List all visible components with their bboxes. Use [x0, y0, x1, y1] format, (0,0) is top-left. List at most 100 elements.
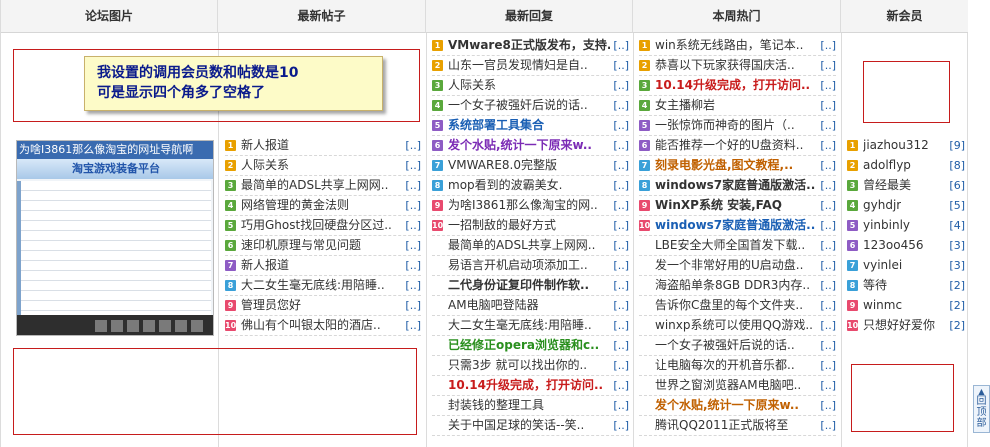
thread-title-link[interactable]: WinXP系统 安装,FAQ: [655, 196, 782, 215]
more-link[interactable]: [..]: [820, 416, 836, 435]
thread-title-link[interactable]: windows7家庭普通版激活..: [655, 176, 815, 195]
list-item[interactable]: 3 人际关系 [..]: [432, 76, 629, 96]
more-link[interactable]: [..]: [820, 56, 836, 75]
thread-title-link[interactable]: 女主播柳岩: [655, 96, 715, 115]
pager-dot[interactable]: [191, 320, 203, 332]
thread-title-link[interactable]: 刻录电影光盘,图文教程,..: [655, 156, 793, 175]
list-item[interactable]: 只需3步 就可以找出你的.. [..]: [432, 356, 629, 376]
more-link[interactable]: [..]: [613, 196, 629, 215]
list-item[interactable]: 10 一招制敌的最好方式 [..]: [432, 216, 629, 236]
more-link[interactable]: [..]: [820, 276, 836, 295]
pager-dot[interactable]: [175, 320, 187, 332]
more-link[interactable]: [..]: [820, 76, 836, 95]
more-link[interactable]: [..]: [405, 196, 421, 215]
more-link[interactable]: [..]: [820, 156, 836, 175]
more-link[interactable]: [..]: [405, 176, 421, 195]
thread-title-link[interactable]: 告诉你C盘里的每个文件夹..: [655, 296, 803, 315]
thread-title-link[interactable]: LBE安全大师全国首发下载..: [655, 236, 805, 255]
list-item[interactable]: 8 大二女生毫无底线:用陪睡.. [..]: [225, 276, 421, 296]
list-item[interactable]: 发一个非常好用的U启动盘.. [..]: [639, 256, 836, 276]
more-link[interactable]: [..]: [613, 116, 629, 135]
thread-title-link[interactable]: 大二女生毫无底线:用陪睡..: [448, 316, 592, 335]
more-link[interactable]: [..]: [820, 336, 836, 355]
more-link[interactable]: [..]: [405, 216, 421, 235]
more-link[interactable]: [..]: [820, 316, 836, 335]
member-item[interactable]: 9 winmc [2]: [847, 296, 965, 316]
thread-title-link[interactable]: 发个水贴,统计一下原来w..: [448, 136, 592, 155]
list-item[interactable]: 关于中国足球的笑话--笑.. [..]: [432, 416, 629, 436]
thread-title-link[interactable]: 一个女子被强奸后说的话..: [655, 336, 795, 355]
thread-title-link[interactable]: 二代身份证复印件制作软..: [448, 276, 589, 295]
list-item[interactable]: 4 一个女子被强奸后说的话.. [..]: [432, 96, 629, 116]
list-item[interactable]: 大二女生毫无底线:用陪睡.. [..]: [432, 316, 629, 336]
more-link[interactable]: [..]: [613, 176, 629, 195]
thread-title-link[interactable]: 一个女子被强奸后说的话..: [448, 96, 588, 115]
member-name-link[interactable]: 等待: [863, 276, 887, 295]
list-item[interactable]: 发个水贴,统计一下原来w.. [..]: [639, 396, 836, 416]
list-item[interactable]: 腾讯QQ2011正式版将至 [..]: [639, 416, 836, 436]
thread-title-link[interactable]: 大二女生毫无底线:用陪睡..: [241, 276, 385, 295]
member-name-link[interactable]: adolflyp: [863, 156, 911, 175]
thread-title-link[interactable]: 网络管理的黄金法则: [241, 196, 349, 215]
thread-title-link[interactable]: 速印机原理与常见问题: [241, 236, 361, 255]
more-link[interactable]: [..]: [613, 356, 629, 375]
thread-title-link[interactable]: VMWARE8.0完整版: [448, 156, 557, 175]
list-item[interactable]: 4 网络管理的黄金法则 [..]: [225, 196, 421, 216]
more-link[interactable]: [..]: [613, 96, 629, 115]
list-item[interactable]: 已经修正opera浏览器和c.. [..]: [432, 336, 629, 356]
more-link[interactable]: [..]: [820, 296, 836, 315]
list-item[interactable]: 3 最简单的ADSL共享上网网.. [..]: [225, 176, 421, 196]
list-item[interactable]: 9 WinXP系统 安装,FAQ [..]: [639, 196, 836, 216]
member-item[interactable]: 10 只想好好爱你 [2]: [847, 316, 965, 336]
more-link[interactable]: [..]: [820, 356, 836, 375]
member-item[interactable]: 6 123oo456 [3]: [847, 236, 965, 256]
pager-dot[interactable]: [159, 320, 171, 332]
more-link[interactable]: [..]: [613, 56, 629, 75]
member-name-link[interactable]: 123oo456: [863, 236, 924, 255]
thread-title-link[interactable]: 发一个非常好用的U启动盘..: [655, 256, 803, 275]
member-name-link[interactable]: 曾经最美: [863, 176, 911, 195]
pager-dot[interactable]: [111, 320, 123, 332]
more-link[interactable]: [..]: [613, 276, 629, 295]
more-link[interactable]: [..]: [820, 176, 836, 195]
member-item[interactable]: 3 曾经最美 [6]: [847, 176, 965, 196]
member-name-link[interactable]: 只想好好爱你: [863, 316, 935, 335]
more-link[interactable]: [..]: [613, 216, 629, 235]
thread-title-link[interactable]: 海盗船单条8GB DDR3内存..: [655, 276, 810, 295]
member-item[interactable]: 8 等待 [2]: [847, 276, 965, 296]
more-link[interactable]: [..]: [405, 316, 421, 335]
list-item[interactable]: 二代身份证复印件制作软.. [..]: [432, 276, 629, 296]
list-item[interactable]: AM电脑吧登陆器 [..]: [432, 296, 629, 316]
list-item[interactable]: 告诉你C盘里的每个文件夹.. [..]: [639, 296, 836, 316]
thread-title-link[interactable]: 关于中国足球的笑话--笑..: [448, 416, 584, 435]
list-item[interactable]: 让电脑每次的开机音乐都.. [..]: [639, 356, 836, 376]
more-link[interactable]: [..]: [820, 256, 836, 275]
list-item[interactable]: 2 山东一官员发现情妇是自.. [..]: [432, 56, 629, 76]
pager-dot[interactable]: [95, 320, 107, 332]
list-item[interactable]: 5 巧用Ghost找回硬盘分区过.. [..]: [225, 216, 421, 236]
list-item[interactable]: 易语言开机启动项添加工.. [..]: [432, 256, 629, 276]
thread-title-link[interactable]: 佛山有个叫银太阳的酒店..: [241, 316, 381, 335]
thread-title-link[interactable]: 一招制敌的最好方式: [448, 216, 556, 235]
more-link[interactable]: [..]: [820, 96, 836, 115]
member-item[interactable]: 4 gyhdjr [5]: [847, 196, 965, 216]
more-link[interactable]: [..]: [613, 76, 629, 95]
thread-title-link[interactable]: 山东一官员发现情妇是自..: [448, 56, 588, 75]
list-item[interactable]: 10 佛山有个叫银太阳的酒店.. [..]: [225, 316, 421, 336]
more-link[interactable]: [..]: [405, 256, 421, 275]
more-link[interactable]: [..]: [613, 156, 629, 175]
more-link[interactable]: [..]: [613, 376, 629, 395]
thread-title-link[interactable]: 新人报道: [241, 256, 289, 275]
list-item[interactable]: winxp系统可以使用QQ游戏.. [..]: [639, 316, 836, 336]
thread-title-link[interactable]: 一张惊饰而神奇的图片（..: [655, 116, 795, 135]
more-link[interactable]: [..]: [820, 196, 836, 215]
member-item[interactable]: 2 adolflyp [8]: [847, 156, 965, 176]
thread-title-link[interactable]: 巧用Ghost找回硬盘分区过..: [241, 216, 392, 235]
thread-title-link[interactable]: 腾讯QQ2011正式版将至: [655, 416, 788, 435]
thread-title-link[interactable]: windows7家庭普通版激活..: [655, 216, 815, 235]
list-item[interactable]: 6 发个水贴,统计一下原来w.. [..]: [432, 136, 629, 156]
member-item[interactable]: 5 yinbinly [4]: [847, 216, 965, 236]
thread-title-link[interactable]: 能否推荐一个好的U盘资料..: [655, 136, 803, 155]
more-link[interactable]: [..]: [613, 396, 629, 415]
list-item[interactable]: 7 刻录电影光盘,图文教程,.. [..]: [639, 156, 836, 176]
